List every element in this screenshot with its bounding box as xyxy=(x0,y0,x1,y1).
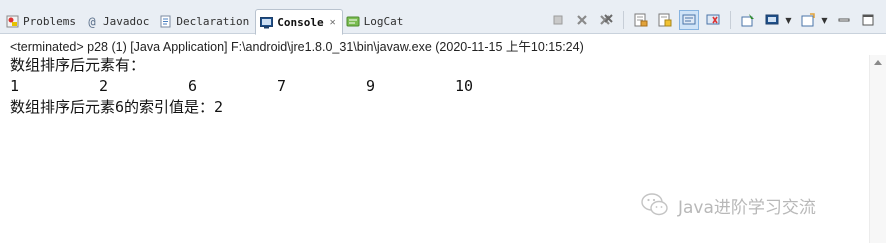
tab-label: Console xyxy=(277,15,324,29)
sorted-number: 7 xyxy=(277,77,287,95)
declaration-icon xyxy=(158,15,172,29)
output-line-numbers: 1 2 6 7 9 10 xyxy=(10,76,544,97)
tab-label: Declaration xyxy=(176,15,250,28)
tab-declaration[interactable]: Declaration xyxy=(155,9,255,34)
javadoc-icon: @ xyxy=(88,14,96,29)
maximize-button[interactable] xyxy=(858,10,878,30)
clear-console-button[interactable] xyxy=(631,10,651,30)
chevron-down-icon[interactable]: ▼ xyxy=(820,10,829,30)
sorted-number: 1 xyxy=(10,77,20,95)
tab-problems[interactable]: Problems xyxy=(2,9,82,34)
sorted-number: 2 xyxy=(99,77,109,95)
vertical-scrollbar[interactable] xyxy=(869,55,886,243)
pin-console-button[interactable] xyxy=(738,10,758,30)
show-console-on-error-button[interactable] xyxy=(703,10,723,30)
toolbar-separator xyxy=(730,11,731,29)
terminate-button[interactable] xyxy=(548,10,568,30)
tab-label: Javadoc xyxy=(102,15,150,28)
tab-javadoc[interactable]: @ Javadoc xyxy=(82,9,155,34)
remove-launch-button[interactable] xyxy=(572,10,592,30)
tab-list: Problems @ Javadoc Declaration Console ✕… xyxy=(2,9,410,35)
toolbar-separator xyxy=(623,11,624,29)
watermark: Java进阶学习交流 xyxy=(640,192,816,218)
problems-icon xyxy=(5,15,19,29)
console-toolbar: ▼ ▼ xyxy=(546,10,880,30)
logcat-icon xyxy=(346,15,360,29)
tab-label: LogCat xyxy=(363,15,404,28)
console-icon xyxy=(259,15,273,29)
close-icon[interactable]: ✕ xyxy=(330,17,336,28)
console-output[interactable]: 数组排序后元素有： 1 2 6 7 9 10 数组排序后元素6的索引值是：2 xyxy=(10,55,544,118)
chevron-down-icon[interactable]: ▼ xyxy=(784,10,793,30)
sorted-number: 9 xyxy=(366,77,376,95)
watermark-text: Java进阶学习交流 xyxy=(678,197,816,218)
view-tab-bar: Problems @ Javadoc Declaration Console ✕… xyxy=(0,0,886,35)
sorted-number: 6 xyxy=(188,77,198,95)
sorted-number: 10 xyxy=(455,77,474,95)
tab-logcat[interactable]: LogCat xyxy=(343,9,410,34)
output-line: 数组排序后元素有： xyxy=(10,56,146,74)
console-status-line: <terminated> p28 (1) [Java Application] … xyxy=(10,40,584,54)
display-selected-console-button[interactable] xyxy=(762,10,782,30)
scroll-up-arrow-icon[interactable] xyxy=(874,60,882,65)
tab-label: Problems xyxy=(23,15,76,28)
output-line: 数组排序后元素6的索引值是：2 xyxy=(10,98,224,116)
remove-all-terminated-button[interactable] xyxy=(596,10,616,30)
scroll-lock-button[interactable] xyxy=(655,10,675,30)
wechat-logo-icon xyxy=(641,193,668,216)
minimize-button[interactable] xyxy=(834,10,854,30)
open-console-button[interactable] xyxy=(798,10,818,30)
show-console-on-output-button[interactable] xyxy=(679,10,699,30)
tab-console[interactable]: Console ✕ xyxy=(255,9,343,35)
